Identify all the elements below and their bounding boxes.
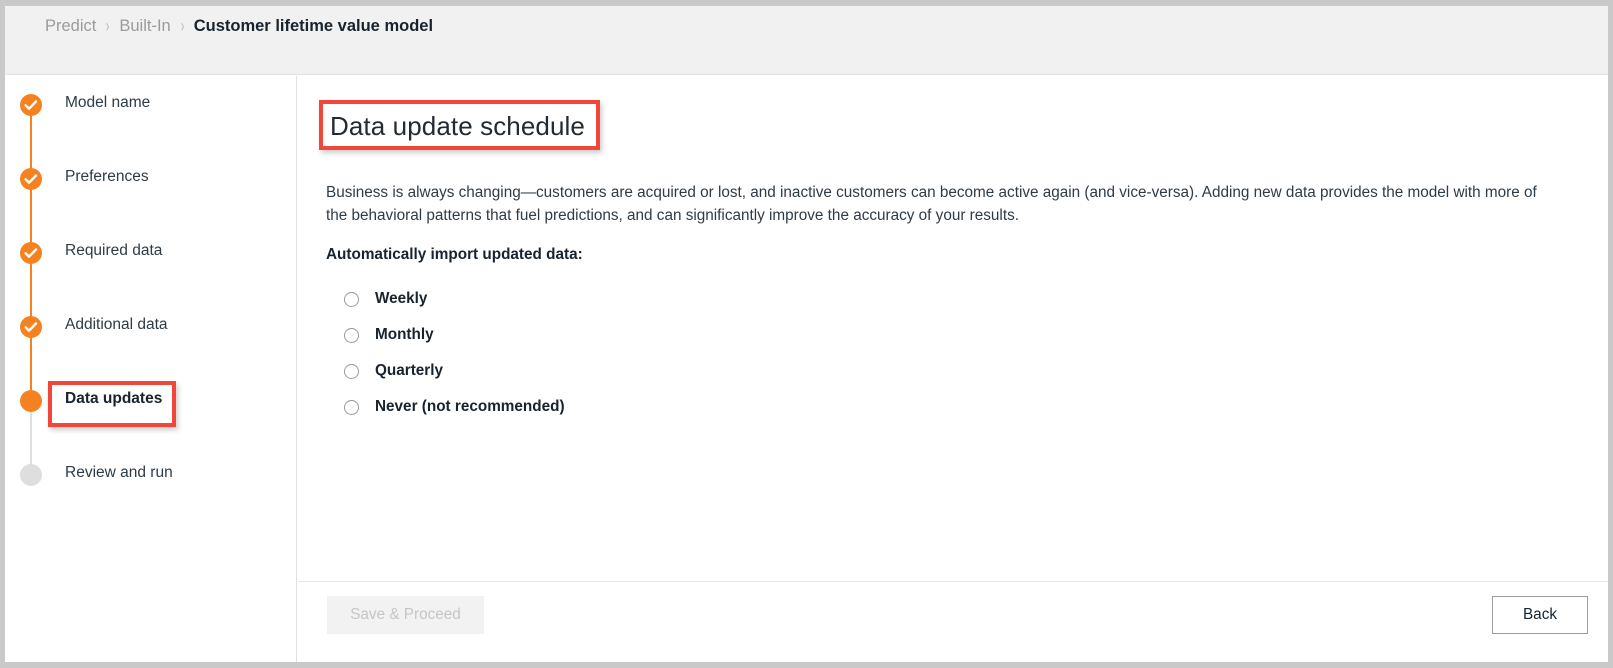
sidebar-item-model-name[interactable]: Model name <box>5 91 296 165</box>
sidebar-item-label: Preferences <box>65 168 149 185</box>
radio-option-monthly[interactable]: Monthly <box>326 317 1580 353</box>
sidebar-item-label: Data updates <box>65 390 163 407</box>
sidebar-item-review-and-run[interactable]: Review and run <box>5 461 296 535</box>
main-content: Data update schedule Business is always … <box>298 76 1608 662</box>
app-window: Predict › Built-In › Customer lifetime v… <box>0 0 1613 668</box>
step-connector <box>30 115 32 175</box>
radio-circle-icon[interactable] <box>344 291 359 307</box>
current-step-dot-icon <box>19 389 43 413</box>
radio-option-quarterly[interactable]: Quarterly <box>326 353 1580 389</box>
breadcrumb-item-current: Customer lifetime value model <box>193 17 434 35</box>
page-title: Data update schedule <box>330 111 585 141</box>
chevron-right-icon: › <box>106 15 110 38</box>
sidebar-item-label: Additional data <box>65 316 168 333</box>
radio-option-weekly[interactable]: Weekly <box>326 281 1580 317</box>
check-circle-icon <box>19 93 43 117</box>
check-circle-icon <box>19 315 43 339</box>
sidebar-item-required-data[interactable]: Required data <box>5 239 296 313</box>
sidebar-item-label: Required data <box>65 242 163 259</box>
page-header: Predict › Built-In › Customer lifetime v… <box>5 6 1608 75</box>
step-connector <box>30 263 32 323</box>
step-connector <box>30 411 32 471</box>
sidebar-item-label: Model name <box>65 94 151 111</box>
radio-circle-icon[interactable] <box>344 327 359 343</box>
wizard-sidebar: Model name Preferences Required data Add… <box>5 76 297 662</box>
sidebar-item-data-updates[interactable]: Data updates <box>5 387 296 461</box>
sidebar-item-additional-data[interactable]: Additional data <box>5 313 296 387</box>
radio-circle-icon[interactable] <box>344 399 359 415</box>
chevron-right-icon: › <box>180 15 185 38</box>
step-connector <box>30 337 32 397</box>
check-circle-icon <box>19 241 43 265</box>
wizard-step-list: Model name Preferences Required data Add… <box>5 76 296 535</box>
radio-option-label: Monthly <box>375 326 434 344</box>
check-circle-icon <box>19 167 43 191</box>
sidebar-item-label: Review and run <box>65 464 173 481</box>
page-title-wrapper: Data update schedule <box>319 100 600 150</box>
radio-option-label: Never (not recommended) <box>375 398 565 416</box>
description-text: Business is always changing—customers ar… <box>326 183 1537 224</box>
radio-option-never[interactable]: Never (not recommended) <box>326 389 1580 425</box>
back-button[interactable]: Back <box>1492 596 1588 634</box>
breadcrumb-item-predict[interactable]: Predict <box>45 17 96 36</box>
footer-actions: Save & Proceed Back <box>298 581 1608 662</box>
form-group-label: Automatically import updated data: <box>326 246 583 264</box>
radio-option-label: Quarterly <box>375 362 444 380</box>
breadcrumb: Predict › Built-In › Customer lifetime v… <box>45 15 434 38</box>
import-frequency-radio-group: Weekly Monthly Quarterly Never (not reco… <box>326 281 1580 425</box>
save-and-proceed-button[interactable]: Save & Proceed <box>327 596 484 634</box>
step-connector <box>30 189 32 249</box>
sidebar-item-preferences[interactable]: Preferences <box>5 165 296 239</box>
radio-circle-icon[interactable] <box>344 363 359 379</box>
pending-step-dot-icon <box>19 463 43 487</box>
breadcrumb-item-built-in[interactable]: Built-In <box>119 17 170 36</box>
radio-option-label: Weekly <box>375 290 428 308</box>
